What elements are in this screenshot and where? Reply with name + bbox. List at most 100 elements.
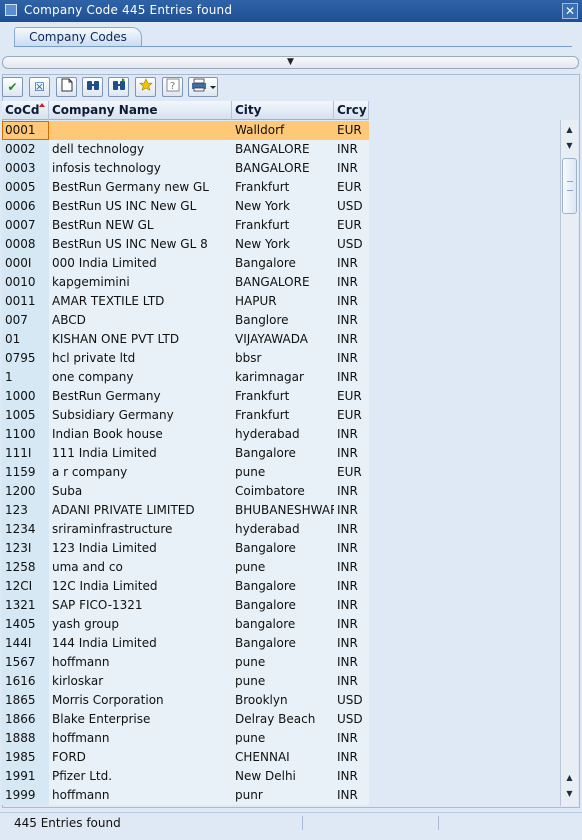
table-row[interactable]: 111I 111 India Limited Bangalore INR bbox=[2, 444, 369, 463]
table-row[interactable]: 0001 Walldorf EUR bbox=[2, 121, 369, 140]
cancel-icon[interactable]: ☒ bbox=[29, 77, 50, 97]
cell-cocd: 01 bbox=[2, 330, 49, 349]
table-row[interactable]: 1321 SAP FICO-1321 Bangalore INR bbox=[2, 596, 369, 615]
vertical-scrollbar[interactable]: ▲ ▼ ▲ ▼ bbox=[560, 120, 578, 806]
table-row[interactable]: 0008 BestRun US INC New GL 8 New York USD bbox=[2, 235, 369, 254]
cell-cocd: 1405 bbox=[2, 615, 49, 634]
cell-crcy: EUR bbox=[334, 216, 369, 235]
table-row[interactable]: 1567 hoffmann pune INR bbox=[2, 653, 369, 672]
cell-cocd: 123 bbox=[2, 501, 49, 520]
table-row[interactable]: 1 one company karimnagar INR bbox=[2, 368, 369, 387]
column-header-company-name[interactable]: Company Name bbox=[49, 101, 232, 120]
table-row[interactable]: 1999 hoffmann punr INR bbox=[2, 786, 369, 805]
cell-crcy: INR bbox=[334, 444, 369, 463]
table-row[interactable]: 1200 Suba Coimbatore INR bbox=[2, 482, 369, 501]
table-row[interactable]: 1258 uma and co pune INR bbox=[2, 558, 369, 577]
table-row[interactable]: 123I 123 India Limited Bangalore INR bbox=[2, 539, 369, 558]
cell-city: Delray Beach bbox=[232, 710, 334, 729]
table-row[interactable]: 1865 Morris Corporation Brooklyn USD bbox=[2, 691, 369, 710]
table-row[interactable]: 1000 BestRun Germany Frankfurt EUR bbox=[2, 387, 369, 406]
cell-company-name: 144 India Limited bbox=[49, 634, 232, 653]
favorite-icon[interactable] bbox=[135, 77, 156, 97]
check-icon[interactable]: ✔ bbox=[2, 77, 23, 97]
table-row[interactable]: 12CI 12C India Limited Bangalore INR bbox=[2, 577, 369, 596]
scroll-down-bottom-icon[interactable]: ▼ bbox=[562, 786, 577, 802]
cell-crcy: EUR bbox=[334, 121, 369, 140]
table-row[interactable]: 1985 FORD CHENNAI INR bbox=[2, 748, 369, 767]
table-row[interactable]: 1159 a r company pune EUR bbox=[2, 463, 369, 482]
cell-city: pune bbox=[232, 463, 334, 482]
cell-city: Bangalore bbox=[232, 634, 334, 653]
cell-city: pune bbox=[232, 672, 334, 691]
table-row[interactable]: 0010 kapgemimini BANGALORE INR bbox=[2, 273, 369, 292]
cell-city: Frankfurt bbox=[232, 406, 334, 425]
cell-city: pune bbox=[232, 729, 334, 748]
new-document-icon[interactable] bbox=[56, 77, 77, 97]
cell-crcy: INR bbox=[334, 596, 369, 615]
cell-company-name: hcl private ltd bbox=[49, 349, 232, 368]
cell-cocd: 0001 bbox=[2, 121, 49, 140]
status-message: 445 Entries found bbox=[14, 816, 121, 830]
find-icon[interactable] bbox=[82, 77, 103, 97]
table-row[interactable]: 1005 Subsidiary Germany Frankfurt EUR bbox=[2, 406, 369, 425]
scrollbar-thumb[interactable] bbox=[562, 158, 577, 214]
cell-company-name: Pfizer Ltd. bbox=[49, 767, 232, 786]
grip-icon bbox=[567, 181, 573, 191]
cell-cocd: 1159 bbox=[2, 463, 49, 482]
find-next-icon[interactable] bbox=[108, 77, 129, 97]
cell-cocd: 0010 bbox=[2, 273, 49, 292]
sort-ascending-icon bbox=[39, 103, 45, 107]
cell-cocd: 0002 bbox=[2, 140, 49, 159]
cell-city: Bangalore bbox=[232, 539, 334, 558]
table-row[interactable]: 0006 BestRun US INC New GL New York USD bbox=[2, 197, 369, 216]
cell-crcy: INR bbox=[334, 140, 369, 159]
cell-company-name: BestRun Germany bbox=[49, 387, 232, 406]
table-row[interactable]: 0003 infosis technology BANGALORE INR bbox=[2, 159, 369, 178]
table-row[interactable]: 1888 hoffmann pune INR bbox=[2, 729, 369, 748]
cell-crcy: INR bbox=[334, 349, 369, 368]
cell-city: karimnagar bbox=[232, 368, 334, 387]
cell-company-name: kirloskar bbox=[49, 672, 232, 691]
table-row[interactable]: 007 ABCD Banglore INR bbox=[2, 311, 369, 330]
expand-arrow-icon[interactable]: ▼ bbox=[287, 57, 294, 68]
restrictions-toggle[interactable]: ▼ bbox=[2, 56, 579, 69]
cell-city: New Delhi bbox=[232, 767, 334, 786]
table-row[interactable]: 1616 kirloskar pune INR bbox=[2, 672, 369, 691]
table-row[interactable]: 144I 144 India Limited Bangalore INR bbox=[2, 634, 369, 653]
cell-cocd: 1100 bbox=[2, 425, 49, 444]
table-row[interactable]: 0002 dell technology BANGALORE INR bbox=[2, 140, 369, 159]
table-row[interactable]: 1100 Indian Book house hyderabad INR bbox=[2, 425, 369, 444]
table-row[interactable]: 1866 Blake Enterprise Delray Beach USD bbox=[2, 710, 369, 729]
help-icon[interactable]: ? bbox=[162, 77, 183, 97]
cell-company-name: SAP FICO-1321 bbox=[49, 596, 232, 615]
cell-crcy: INR bbox=[334, 672, 369, 691]
column-header-city[interactable]: City bbox=[232, 101, 334, 120]
cell-crcy: INR bbox=[334, 786, 369, 805]
column-header-crcy[interactable]: Crcy bbox=[334, 101, 369, 120]
cell-city: BANGALORE bbox=[232, 159, 334, 178]
cell-company-name: hoffmann bbox=[49, 729, 232, 748]
table-row[interactable]: 0007 BestRun NEW GL Frankfurt EUR bbox=[2, 216, 369, 235]
scroll-down-icon[interactable]: ▼ bbox=[562, 138, 577, 154]
tab-company-codes[interactable]: Company Codes bbox=[14, 27, 142, 47]
table-row[interactable]: 000I 000 India Limited Bangalore INR bbox=[2, 254, 369, 273]
cell-city: CHENNAI bbox=[232, 748, 334, 767]
cell-company-name: Indian Book house bbox=[49, 425, 232, 444]
print-icon[interactable] bbox=[188, 77, 218, 97]
table-row[interactable]: 01 KISHAN ONE PVT LTD VIJAYAWADA INR bbox=[2, 330, 369, 349]
cell-company-name: ADANI PRIVATE LIMITED bbox=[49, 501, 232, 520]
scroll-up-bottom-icon[interactable]: ▲ bbox=[562, 770, 577, 786]
table-row[interactable]: 0795 hcl private ltd bbsr INR bbox=[2, 349, 369, 368]
scroll-up-icon[interactable]: ▲ bbox=[562, 122, 577, 138]
table-row[interactable]: 123 ADANI PRIVATE LIMITED BHUBANESHWAR INR bbox=[2, 501, 369, 520]
table-row[interactable]: 0011 AMAR TEXTILE LTD HAPUR INR bbox=[2, 292, 369, 311]
table-row[interactable]: 1234 sriraminfrastructure hyderabad INR bbox=[2, 520, 369, 539]
cell-city: Bangalore bbox=[232, 254, 334, 273]
cell-crcy: INR bbox=[334, 501, 369, 520]
table-row[interactable]: 0005 BestRun Germany new GL Frankfurt EUR bbox=[2, 178, 369, 197]
cell-cocd: 0007 bbox=[2, 216, 49, 235]
close-icon[interactable]: ✕ bbox=[562, 3, 578, 19]
table-row[interactable]: 1405 yash group bangalore INR bbox=[2, 615, 369, 634]
cell-crcy: USD bbox=[334, 235, 369, 254]
table-row[interactable]: 1991 Pfizer Ltd. New Delhi INR bbox=[2, 767, 369, 786]
